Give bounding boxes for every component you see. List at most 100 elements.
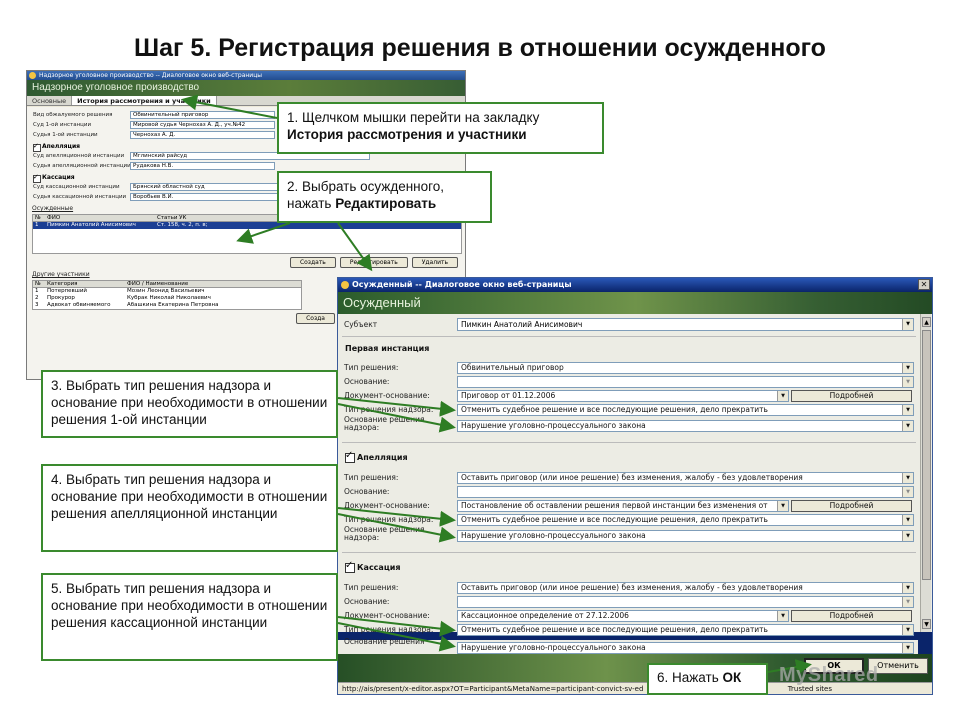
ap-supervision-type-select[interactable]: Отменить судебное решение и все последую… — [457, 514, 914, 526]
ap-supervision-basis-label: Основание решения надзора: — [344, 526, 424, 542]
chevron-down-icon[interactable]: ▼ — [777, 391, 788, 401]
table-row[interactable]: 1 Потерпевший Мозин Леонид Васильевич — [33, 288, 301, 295]
ap-decision-type-select[interactable]: Оставить приговор (или иное решение) без… — [457, 472, 914, 484]
fi-supervision-type-label: Тип решения надзора: — [344, 405, 434, 414]
dialog-titlebar: Осужденный -- Диалоговое окно веб-страни… — [338, 278, 932, 292]
fi-supervision-type-row: Тип решения надзора: Отменить судебное р… — [338, 404, 918, 417]
ca-basis-select[interactable]: ▼ — [457, 596, 914, 608]
delete-button[interactable]: Удалить — [411, 257, 458, 268]
grid-cell: 2 — [35, 295, 39, 301]
chevron-down-icon[interactable]: ▼ — [902, 597, 913, 607]
callout-text-line: нажать Редактировать — [287, 195, 482, 212]
chevron-down-icon[interactable]: ▼ — [902, 405, 913, 415]
ap-supervision-basis-select[interactable]: Нарушение уголовно-процессуального закон… — [457, 530, 914, 542]
fi-doc-basis-select[interactable]: Приговор от 01.12.2006 ▼ — [457, 390, 789, 402]
dialog-scrollbar[interactable]: ▲ ▼ — [920, 314, 931, 632]
chevron-down-icon[interactable]: ▼ — [902, 377, 913, 387]
grid-cell: Потерпевший — [47, 288, 87, 294]
fi-basis-select[interactable]: ▼ — [457, 376, 914, 388]
grid-header-cell: № — [35, 215, 41, 221]
chevron-down-icon[interactable]: ▼ — [777, 611, 788, 621]
field-value[interactable]: Мировой судья Чернохаз А. Д., уч.№42 — [130, 121, 275, 129]
fi-basis-label: Основание: — [344, 377, 390, 386]
create-button[interactable]: Создать — [289, 257, 336, 268]
ap-supervision-basis-row: Основание решения надзора: Нарушение угол… — [338, 526, 918, 543]
ap-basis-label: Основание: — [344, 487, 390, 496]
subject-select[interactable]: Пимкин Анатолий Анисимович ▼ — [457, 318, 914, 331]
tab-main[interactable]: Основные — [27, 96, 73, 105]
close-icon[interactable]: ✕ — [918, 279, 930, 290]
ca-decision-type-select[interactable]: Оставить приговор (или иное решение) без… — [457, 582, 914, 594]
main-window-titlebar: Надзорное уголовное производство -- Диал… — [27, 71, 465, 80]
chevron-down-icon[interactable]: ▼ — [902, 319, 913, 330]
chevron-down-icon[interactable]: ▼ — [902, 515, 913, 525]
ca-supervision-type-row: Тип решения надзора: Отменить судебное р… — [338, 624, 918, 637]
callout-step-6: 6. Нажать ОК — [647, 663, 768, 695]
fi-supervision-type-select[interactable]: Отменить судебное решение и все последую… — [457, 404, 914, 416]
divider — [342, 442, 916, 443]
ap-supervision-type-row: Тип решения надзора: Отменить судебное р… — [338, 514, 918, 527]
ap-doc-basis-select[interactable]: Постановление об оставлении решения перв… — [457, 500, 789, 512]
ca-supervision-basis-select[interactable]: Нарушение уголовно-процессуального закон… — [457, 642, 914, 654]
chevron-down-icon[interactable]: ▼ — [902, 583, 913, 593]
callout-step-3: 3. Выбрать тип решения надзора и основан… — [41, 370, 338, 438]
chevron-down-icon[interactable]: ▼ — [902, 643, 913, 653]
callout-step-4: 4. Выбрать тип решения надзора и основан… — [41, 464, 338, 552]
callout-text-bold: Редактировать — [335, 196, 437, 211]
slide-title: Шаг 5. Регистрация решения в отношении о… — [134, 34, 826, 62]
fi-doc-basis-label: Документ-основание: — [344, 391, 430, 400]
slide: Шаг 5. Регистрация решения в отношении о… — [0, 0, 960, 720]
scroll-thumb[interactable] — [922, 330, 931, 580]
field-label: Суд апелляционной инстанции — [33, 153, 125, 159]
fi-decision-type-select[interactable]: Обвинительный приговор ▼ — [457, 362, 914, 374]
grid-empty-area — [33, 229, 461, 253]
field-label: Судья кассационной инстанции — [33, 194, 127, 200]
ca-doc-basis-select[interactable]: Кассационное определение от 27.12.2006 ▼ — [457, 610, 789, 622]
grid-cell: Кубрак Николай Николаевич — [127, 295, 211, 301]
edit-button[interactable]: Редактировать — [339, 257, 408, 268]
field-value[interactable]: Обвинительный приговор — [130, 111, 275, 119]
label-line: надзора: — [344, 423, 380, 432]
ca-supervision-type-select[interactable]: Отменить судебное решение и все последую… — [457, 624, 914, 636]
callout-step-5: 5. Выбрать тип решения надзора и основан… — [41, 573, 338, 661]
chevron-down-icon[interactable]: ▼ — [902, 473, 913, 483]
fi-supervision-basis-select[interactable]: Нарушение уголовно-процессуального закон… — [457, 420, 914, 432]
field-value[interactable]: Чернохаз А. Д. — [130, 131, 275, 139]
callout-step-1: 1. Щелчком мышки перейти на закладку Ист… — [277, 102, 604, 154]
chevron-down-icon[interactable]: ▼ — [902, 421, 913, 431]
scroll-down-icon[interactable]: ▼ — [922, 619, 931, 629]
ca-details-button[interactable]: Подробней — [791, 610, 912, 622]
chevron-down-icon[interactable]: ▼ — [902, 363, 913, 373]
ca-supervision-basis-label: Основание решения — [344, 637, 425, 646]
tab-history-participants[interactable]: История рассмотрения и участники — [72, 96, 217, 105]
cassation-checkbox[interactable]: Кассация — [345, 560, 401, 573]
fi-decision-type-row: Тип решения: Обвинительный приговор ▼ — [338, 362, 918, 375]
dialog-title: Осужденный -- Диалоговое окно веб-страни… — [352, 280, 572, 289]
table-row[interactable]: 2 Прокурор Кубрак Николай Николаевич — [33, 295, 301, 302]
scroll-up-icon[interactable]: ▲ — [922, 317, 931, 327]
table-row[interactable]: 3 Адвокат обвиняемого Абашкина Екатерина… — [33, 302, 301, 309]
fi-details-button[interactable]: Подробней — [791, 390, 912, 402]
ap-doc-basis-label: Документ-основание: — [344, 501, 430, 510]
table-row[interactable]: 1 Пимкин Анатолий Анисимович Ст. 158, ч.… — [33, 222, 461, 229]
ap-decision-type-label: Тип решения: — [344, 473, 399, 482]
ap-decision-type-row: Тип решения: Оставить приговор (или иное… — [338, 472, 918, 485]
callout-text: нажать — [287, 196, 336, 211]
chevron-down-icon[interactable]: ▼ — [902, 487, 913, 497]
others-buttons: Созда — [34, 313, 335, 324]
subject-label: Субъект — [344, 320, 378, 329]
label-line: надзора: — [344, 533, 380, 542]
ap-details-button[interactable]: Подробней — [791, 500, 912, 512]
chevron-down-icon[interactable]: ▼ — [902, 625, 913, 635]
chevron-down-icon[interactable]: ▼ — [777, 501, 788, 511]
fi-basis-row: Основание: ▼ — [338, 376, 918, 389]
grid-header-cell: ФИО — [47, 215, 61, 221]
grid-cell: 3 — [35, 302, 39, 308]
ap-basis-select[interactable]: ▼ — [457, 486, 914, 498]
appeal-checkbox[interactable]: Апелляция — [345, 450, 408, 463]
field-value[interactable]: Рудакова Н.В. — [130, 162, 275, 170]
chevron-down-icon[interactable]: ▼ — [902, 531, 913, 541]
dialog-banner: Осужденный — [338, 292, 932, 314]
field-row: Судья апелляционной инстанции Рудакова Н.… — [32, 162, 460, 171]
others-create-button[interactable]: Созда — [296, 313, 335, 324]
